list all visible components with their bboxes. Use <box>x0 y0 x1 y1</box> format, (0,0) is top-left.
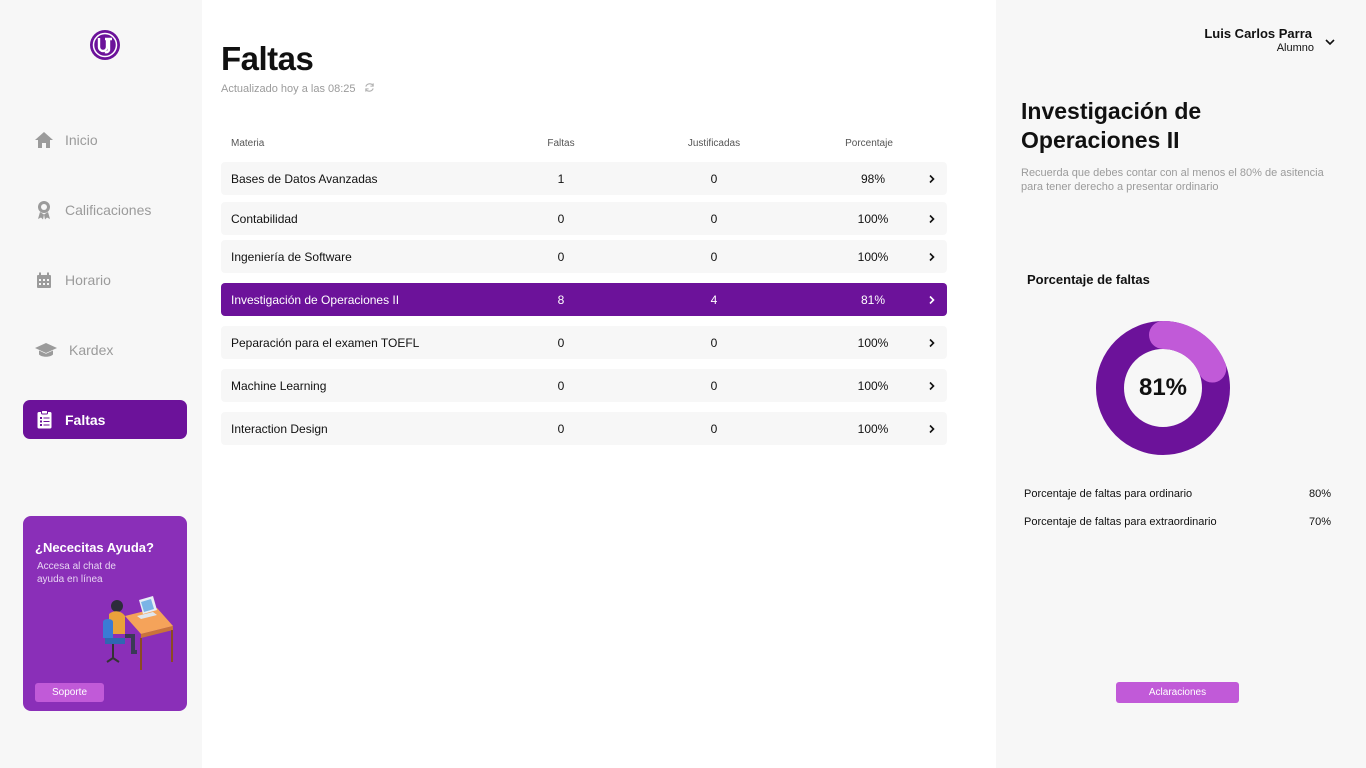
cell-porcentaje: 100% <box>857 249 889 264</box>
nav-label-inicio: Inicio <box>65 132 98 148</box>
stat-extraordinario-value: 70% <box>1308 516 1331 528</box>
cell-faltas: 0 <box>557 378 565 393</box>
support-button[interactable]: Soporte <box>35 683 104 702</box>
main-content: Faltas Actualizado hoy a las 08:25 Mater… <box>202 0 996 768</box>
nav-item-kardex[interactable]: Kardex <box>23 331 187 369</box>
cell-faltas: 0 <box>557 211 565 226</box>
stat-extraordinario: Porcentaje de faltas para extraordinario… <box>1024 516 1331 528</box>
user-name[interactable]: Luis Carlos Parra <box>1204 26 1312 41</box>
subject-title: Investigación de Operaciones II <box>1021 98 1202 153</box>
cell-faltas: 8 <box>557 292 565 307</box>
chevron-right-icon[interactable] <box>927 174 937 184</box>
help-card: ¿Nececitas Ayuda? Accesa al chat de ayud… <box>23 516 187 711</box>
col-faltas: Faltas <box>547 138 575 149</box>
cell-porcentaje: 100% <box>857 378 889 393</box>
table-row[interactable]: Machine Learning 0 0 100% <box>221 369 947 402</box>
award-icon <box>33 199 55 221</box>
university-logo-icon[interactable] <box>89 29 121 61</box>
cell-justificadas: 0 <box>710 378 718 393</box>
cell-materia: Contabilidad <box>231 211 298 226</box>
chevron-right-icon[interactable] <box>927 381 937 391</box>
col-justificadas: Justificadas <box>687 138 741 149</box>
detail-panel: Luis Carlos Parra Alumno Investigación d… <box>996 0 1366 768</box>
cell-materia: Machine Learning <box>231 378 327 393</box>
nav-label-horario: Horario <box>65 272 111 288</box>
table-row[interactable]: Peparación para el examen TOEFL 0 0 100% <box>221 326 947 359</box>
stat-ordinario: Porcentaje de faltas para ordinario 80% <box>1024 488 1331 500</box>
cell-porcentaje: 100% <box>857 211 889 226</box>
nav-item-inicio[interactable]: Inicio <box>23 121 187 159</box>
donut-value: 81% <box>1138 374 1188 401</box>
cell-materia: Bases de Datos Avanzadas <box>231 171 378 186</box>
cell-justificadas: 0 <box>710 211 718 226</box>
nav-label-faltas: Faltas <box>65 411 106 428</box>
stat-ordinario-label: Porcentaje de faltas para ordinario <box>1024 488 1193 500</box>
col-porcentaje: Porcentaje <box>845 138 893 149</box>
user-role: Alumno <box>1276 42 1314 54</box>
cell-porcentaje: 100% <box>857 335 889 350</box>
refresh-icon[interactable] <box>364 82 375 96</box>
cell-faltas: 0 <box>557 249 565 264</box>
cell-justificadas: 0 <box>710 335 718 350</box>
graduation-cap-icon <box>33 339 59 361</box>
chevron-right-icon[interactable] <box>927 295 937 305</box>
col-materia: Materia <box>231 138 265 149</box>
cell-justificadas: 0 <box>710 249 718 264</box>
cell-materia: Ingeniería de Software <box>231 249 352 264</box>
cell-porcentaje: 100% <box>857 421 889 436</box>
cell-faltas: 1 <box>557 171 565 186</box>
table-row[interactable]: Investigación de Operaciones II 8 4 81% <box>221 283 947 316</box>
cell-faltas: 0 <box>557 421 565 436</box>
cell-materia: Interaction Design <box>231 421 328 436</box>
nav-item-faltas[interactable]: Faltas <box>23 400 187 439</box>
nav-item-calificaciones[interactable]: Calificaciones <box>23 191 187 229</box>
nav-label-kardex: Kardex <box>69 342 114 358</box>
chevron-down-icon[interactable] <box>1324 36 1336 48</box>
table-header: Materia Faltas Justificadas Porcentaje <box>221 138 947 154</box>
last-updated: Actualizado hoy a las 08:25 <box>221 82 375 96</box>
table-row[interactable]: Bases de Datos Avanzadas 1 0 98% <box>221 162 947 195</box>
help-title: ¿Nececitas Ayuda? <box>35 540 154 555</box>
chart-label: Porcentaje de faltas <box>1027 272 1150 287</box>
clipboard-icon <box>33 409 55 431</box>
cell-materia: Investigación de Operaciones II <box>231 292 400 307</box>
help-text: Accesa al chat de ayuda en línea <box>37 561 116 585</box>
table-row[interactable]: Contabilidad 0 0 100% <box>221 202 947 235</box>
aclaraciones-button[interactable]: Aclaraciones <box>1116 682 1239 703</box>
chevron-right-icon[interactable] <box>927 252 937 262</box>
stat-ordinario-value: 80% <box>1308 488 1331 500</box>
person-at-desk-illustration <box>103 596 173 670</box>
chevron-right-icon[interactable] <box>927 214 937 224</box>
cell-justificadas: 4 <box>710 292 718 307</box>
cell-porcentaje: 98% <box>860 171 886 186</box>
cell-porcentaje: 81% <box>860 292 886 307</box>
page-title: Faltas <box>221 40 314 77</box>
attendance-note: Recuerda que debes contar con al menos e… <box>1021 167 1324 193</box>
cell-justificadas: 0 <box>710 171 718 186</box>
home-icon <box>33 129 55 151</box>
sidebar: Inicio Calificaciones Horario Kardex Fal… <box>0 0 202 768</box>
table-row[interactable]: Ingeniería de Software 0 0 100% <box>221 240 947 273</box>
calendar-icon <box>33 269 55 291</box>
cell-faltas: 0 <box>557 335 565 350</box>
table-row[interactable]: Interaction Design 0 0 100% <box>221 412 947 445</box>
chevron-right-icon[interactable] <box>927 424 937 434</box>
cell-justificadas: 0 <box>710 421 718 436</box>
cell-materia: Peparación para el examen TOEFL <box>231 335 420 350</box>
nav-label-calificaciones: Calificaciones <box>65 202 152 218</box>
chevron-right-icon[interactable] <box>927 338 937 348</box>
stat-extraordinario-label: Porcentaje de faltas para extraordinario <box>1024 516 1217 528</box>
last-updated-text: Actualizado hoy a las 08:25 <box>221 83 356 95</box>
nav-item-horario[interactable]: Horario <box>23 261 187 299</box>
